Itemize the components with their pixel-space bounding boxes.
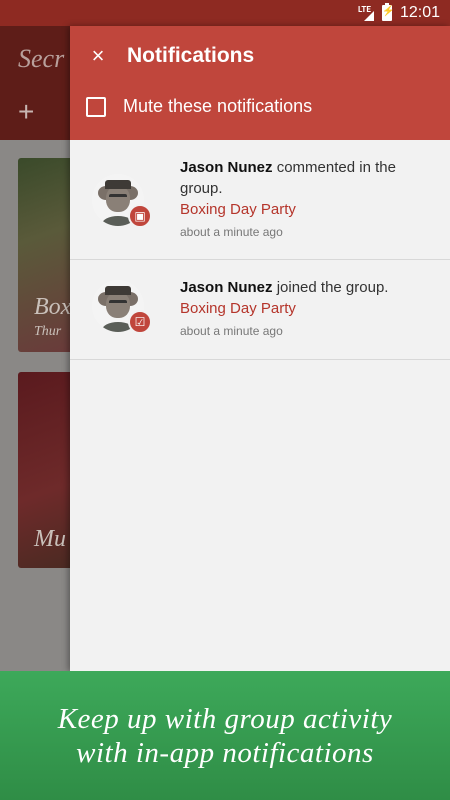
battery-charging-icon (381, 3, 392, 21)
mute-toggle-row[interactable]: Mute these notifications (86, 96, 312, 117)
notification-user: Jason Nunez (180, 159, 273, 176)
group-link[interactable]: Boxing Day Party (180, 298, 430, 319)
drawer-header: × Notifications Mute these notifications (70, 26, 450, 140)
background-add-icon: + (18, 96, 35, 127)
notification-user: Jason Nunez (180, 279, 273, 296)
notification-item[interactable]: ▣ Jason Nunez commented in the group. Bo… (70, 140, 450, 260)
check-icon: ☑ (128, 310, 152, 334)
lte-signal-icon: LTE (358, 5, 374, 21)
promo-banner: Keep up with group activity with in-app … (0, 671, 450, 800)
mute-checkbox[interactable] (86, 96, 106, 117)
background-card: Mu (18, 372, 78, 568)
background-card-title: Mu (34, 526, 66, 552)
comment-icon: ▣ (128, 204, 152, 228)
banner-line-2: with in-app notifications (76, 736, 374, 769)
status-bar: LTE 12:01 (0, 0, 450, 26)
notification-time: about a minute ago (180, 324, 283, 338)
mute-label: Mute these notifications (123, 96, 313, 116)
notification-time: about a minute ago (180, 225, 283, 239)
notifications-drawer: × Notifications Mute these notifications… (70, 26, 450, 671)
notification-text: Jason Nunez commented in the group. Boxi… (180, 157, 430, 243)
background-app-title: Secr (18, 44, 65, 73)
close-icon[interactable]: × (84, 42, 112, 70)
background-card: Box Thur (18, 158, 78, 352)
group-link[interactable]: Boxing Day Party (180, 199, 430, 220)
banner-line-1: Keep up with group activity (57, 702, 393, 735)
drawer-title: Notifications (127, 44, 255, 67)
background-card-subtitle: Thur (34, 324, 62, 339)
notification-action: joined the group. (272, 279, 389, 296)
notification-text: Jason Nunez joined the group. Boxing Day… (180, 277, 430, 342)
notification-item[interactable]: ☑ Jason Nunez joined the group. Boxing D… (70, 260, 450, 360)
background-card-title: Box (34, 294, 72, 320)
status-clock: 12:01 (399, 4, 440, 21)
